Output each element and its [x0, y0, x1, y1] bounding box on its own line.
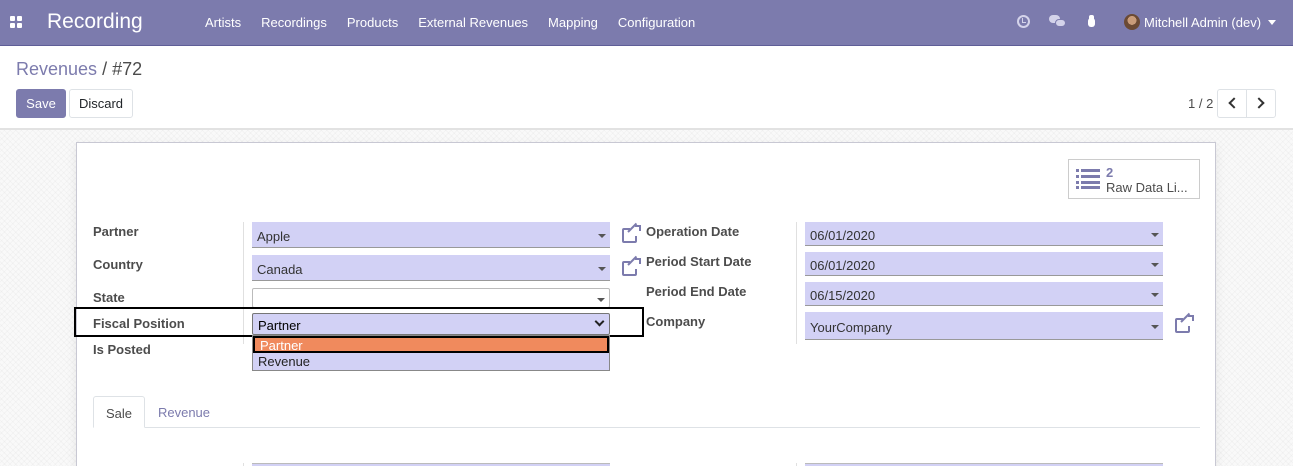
menu-item-mapping[interactable]: Mapping: [538, 0, 608, 46]
chevron-down-icon[interactable]: [1151, 325, 1159, 329]
state-label: State: [93, 290, 125, 305]
pager-value[interactable]: 1 / 2: [1188, 96, 1213, 111]
discard-button[interactable]: Discard: [69, 89, 133, 118]
main-menu: Artists Recordings Products External Rev…: [195, 0, 705, 46]
chevron-down-icon[interactable]: [1151, 263, 1159, 267]
external-link-icon[interactable]: [1175, 312, 1194, 333]
country-field[interactable]: Canada: [252, 255, 610, 281]
menu-item-recordings[interactable]: Recordings: [251, 0, 337, 46]
pager-previous-button[interactable]: [1217, 89, 1247, 118]
period-end-date-field[interactable]: 06/15/2020: [805, 282, 1163, 306]
chevron-down-icon[interactable]: [594, 316, 605, 327]
raw-data-lines-button[interactable]: 2 Raw Data Li...: [1068, 159, 1200, 199]
external-link-icon[interactable]: [622, 222, 641, 243]
is-posted-label: Is Posted: [93, 342, 151, 357]
tab-sale[interactable]: Sale: [93, 396, 145, 428]
period-start-date-label: Period Start Date: [646, 254, 752, 269]
period-start-date-value: 06/01/2020: [810, 258, 876, 273]
operation-date-value: 06/01/2020: [810, 228, 876, 243]
chat-icon[interactable]: [1049, 15, 1066, 28]
chevron-down-icon[interactable]: [1151, 233, 1159, 237]
menu-item-configuration[interactable]: Configuration: [608, 0, 705, 46]
tabs-baseline: [93, 427, 1200, 428]
company-label: Company: [646, 314, 706, 329]
breadcrumb-current: #72: [112, 59, 143, 79]
user-menu[interactable]: Mitchell Admin (dev): [1144, 15, 1261, 30]
dropdown-option-revenue[interactable]: Revenue: [253, 353, 609, 370]
external-link-icon[interactable]: [622, 255, 641, 276]
partner-label: Partner: [93, 224, 139, 239]
breadcrumb: Revenues / #72: [16, 59, 142, 80]
country-label: Country: [93, 257, 143, 272]
bug-icon[interactable]: [1086, 15, 1097, 28]
chevron-right-icon: [1253, 97, 1265, 109]
chevron-down-icon[interactable]: [1151, 293, 1159, 297]
right-column-divider: [796, 222, 797, 344]
save-button[interactable]: Save: [16, 89, 66, 118]
list-icon: [1076, 169, 1100, 189]
period-end-date-label: Period End Date: [646, 284, 747, 299]
chevron-down-icon[interactable]: [597, 298, 605, 302]
partner-value: Apple: [257, 229, 291, 244]
period-end-date-value: 06/15/2020: [810, 288, 876, 303]
chevron-down-icon[interactable]: [598, 267, 606, 271]
fiscal-position-value: Partner: [258, 318, 301, 333]
company-value: YourCompany: [810, 320, 892, 335]
menu-item-external-revenues[interactable]: External Revenues: [408, 0, 538, 46]
chevron-left-icon: [1228, 97, 1240, 109]
clock-icon[interactable]: [1017, 15, 1030, 28]
breadcrumb-separator: /: [102, 59, 108, 79]
dropdown-option-partner[interactable]: Partner: [253, 336, 609, 353]
company-field[interactable]: YourCompany: [805, 312, 1163, 340]
country-value: Canada: [257, 262, 303, 277]
smart-button-label: Raw Data Li...: [1106, 180, 1188, 195]
menu-item-products[interactable]: Products: [337, 0, 408, 46]
breadcrumb-parent[interactable]: Revenues: [16, 59, 97, 79]
chevron-down-icon[interactable]: [1268, 20, 1276, 25]
partner-field[interactable]: Apple: [252, 222, 610, 248]
period-start-date-field[interactable]: 06/01/2020: [805, 252, 1163, 276]
pager-next-button[interactable]: [1246, 89, 1276, 118]
state-field[interactable]: [252, 288, 610, 308]
operation-date-field[interactable]: 06/01/2020: [805, 222, 1163, 246]
avatar[interactable]: [1124, 14, 1140, 30]
fiscal-position-dropdown: Partner Revenue: [252, 335, 610, 371]
top-navbar: Recording Artists Recordings Products Ex…: [0, 0, 1293, 46]
smart-button-count: 2: [1106, 165, 1114, 180]
chevron-down-icon[interactable]: [598, 234, 606, 238]
operation-date-label: Operation Date: [646, 224, 740, 239]
fiscal-position-select[interactable]: Partner: [252, 313, 610, 335]
tab-revenue[interactable]: Revenue: [150, 396, 218, 428]
menu-item-artists[interactable]: Artists: [195, 0, 251, 46]
apps-icon[interactable]: [10, 16, 22, 28]
app-title[interactable]: Recording: [47, 10, 143, 34]
